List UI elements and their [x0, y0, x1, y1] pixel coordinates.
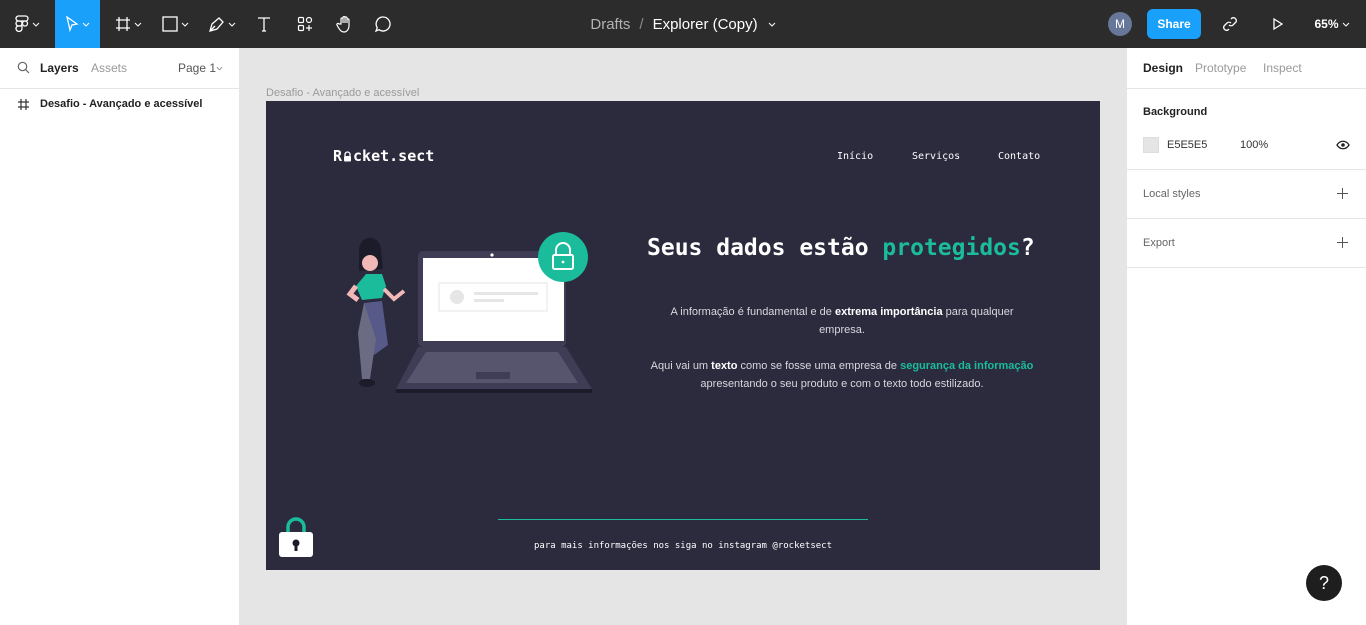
local-styles-section: Local styles — [1127, 170, 1366, 219]
eye-icon[interactable] — [1336, 140, 1350, 150]
frame-label[interactable]: Desafio - Avançado e acessível — [266, 87, 419, 99]
rectangle-icon — [161, 16, 178, 32]
logo: R cket.sect — [333, 147, 434, 165]
background-section: Background E5E5E5 100% — [1127, 89, 1366, 170]
cursor-icon — [66, 16, 79, 32]
link-icon — [1223, 17, 1237, 31]
layer-label: Desafio - Avançado e acessível — [40, 98, 203, 110]
avatar[interactable]: M — [1108, 12, 1132, 36]
background-swatch[interactable] — [1143, 137, 1159, 153]
footer-text: para mais informações nos siga no instag… — [533, 541, 832, 551]
right-panel-tabs: Design Prototype Inspect — [1127, 48, 1366, 89]
hand-icon — [336, 15, 350, 33]
p1-c: para qualquer — [942, 306, 1014, 318]
p2-bold: texto — [711, 360, 738, 372]
local-styles-title: Local styles — [1143, 188, 1201, 200]
canvas[interactable]: Desafio - Avançado e acessível R cket.se… — [240, 48, 1126, 625]
pen-icon — [209, 16, 224, 32]
resources-button[interactable] — [290, 0, 320, 48]
p1-a: A informação é fundamental e de — [670, 306, 835, 318]
p1-bold: extrema importância — [834, 306, 943, 318]
chevron-down-icon — [32, 22, 39, 27]
tab-prototype[interactable]: Prototype — [1195, 61, 1246, 75]
headline-highlight: protegidos — [882, 235, 1021, 261]
p2-e: apresentando o seu produto e com o texto… — [700, 378, 984, 390]
chevron-down-icon — [1342, 22, 1349, 27]
play-icon — [1273, 17, 1284, 31]
background-opacity[interactable]: 100% — [1240, 139, 1268, 151]
copy-link-button[interactable] — [1218, 0, 1242, 48]
nav-servicos: Serviços — [912, 151, 961, 162]
plus-icon[interactable] — [1337, 237, 1348, 248]
tab-design[interactable]: Design — [1143, 61, 1183, 75]
background-title: Background — [1143, 106, 1208, 118]
chevron-down-icon[interactable] — [216, 66, 223, 71]
layers-panel: Layers Assets Page 1 Desafio - Avançado … — [0, 48, 240, 625]
chevron-down-icon — [134, 22, 141, 27]
figma-logo-icon — [14, 15, 29, 33]
pen-tool-button[interactable] — [202, 0, 242, 48]
hand-tool-button[interactable] — [330, 0, 360, 48]
design-frame[interactable]: R cket.sect Início Serviços Contato Seus… — [266, 101, 1100, 570]
main-menu-button[interactable] — [8, 0, 46, 48]
zoom-value: 65% — [1314, 17, 1339, 31]
search-icon[interactable] — [17, 61, 30, 74]
layer-item[interactable]: Desafio - Avançado e acessível — [0, 92, 239, 116]
text-icon — [258, 17, 270, 32]
paragraph-2: Aqui vai um texto como se fosse uma empr… — [626, 357, 1058, 393]
properties-panel: Design Prototype Inspect Background E5E5… — [1126, 48, 1366, 625]
footer-divider — [498, 519, 868, 520]
frame-tool-button[interactable] — [108, 0, 148, 48]
breadcrumb-separator: / — [639, 15, 644, 33]
export-title: Export — [1143, 237, 1175, 249]
frame-icon — [115, 17, 130, 31]
background-hex[interactable]: E5E5E5 — [1167, 139, 1207, 151]
chevron-down-icon — [228, 22, 236, 27]
p2-a: Aqui vai um — [650, 360, 712, 372]
headline-start: Seus dados estão — [647, 235, 883, 261]
breadcrumb-project[interactable]: Drafts — [590, 16, 630, 33]
tab-assets[interactable]: Assets — [91, 61, 127, 75]
present-button[interactable] — [1268, 0, 1288, 48]
shape-tool-button[interactable] — [155, 0, 195, 48]
chevron-down-icon[interactable] — [768, 22, 776, 27]
toolbar: Drafts / Explorer (Copy) M Share 65% — [0, 0, 1366, 48]
export-section: Export — [1127, 219, 1366, 268]
p1-d: empresa. — [819, 324, 865, 336]
tab-inspect[interactable]: Inspect — [1263, 61, 1302, 75]
frame-icon — [18, 98, 29, 110]
chevron-down-icon — [181, 22, 188, 27]
help-button[interactable]: ? — [1306, 565, 1342, 601]
logo-prefix: R — [333, 147, 343, 165]
left-panel-tabs: Layers Assets Page 1 — [0, 48, 240, 89]
padlock-icon — [279, 517, 313, 557]
p2-highlight: segurança da informação — [900, 360, 1034, 372]
move-tool-button[interactable] — [55, 0, 100, 48]
zoom-dropdown[interactable]: 65% — [1310, 0, 1354, 48]
logo-suffix: cket.sect — [353, 147, 435, 165]
paragraph-1: A informação é fundamental e de extrema … — [626, 303, 1058, 339]
nav-inicio: Início — [837, 151, 874, 162]
p2-c: como se fosse uma empresa de — [737, 360, 901, 372]
laptop-illustration — [346, 232, 592, 393]
headline: Seus dados estão protegidos? — [647, 235, 1035, 261]
text-tool-button[interactable] — [250, 0, 278, 48]
headline-end: ? — [1020, 235, 1035, 261]
plus-icon[interactable] — [1337, 188, 1348, 199]
file-name[interactable]: Explorer (Copy) — [653, 16, 758, 33]
components-icon — [297, 16, 313, 32]
page-selector[interactable]: Page 1 — [178, 61, 216, 75]
padlock-icon — [344, 150, 352, 161]
tab-layers[interactable]: Layers — [40, 61, 79, 75]
share-button[interactable]: Share — [1147, 9, 1201, 39]
comment-icon — [374, 16, 391, 33]
comment-tool-button[interactable] — [368, 0, 398, 48]
nav-contato: Contato — [998, 151, 1041, 162]
chevron-down-icon — [82, 22, 90, 27]
